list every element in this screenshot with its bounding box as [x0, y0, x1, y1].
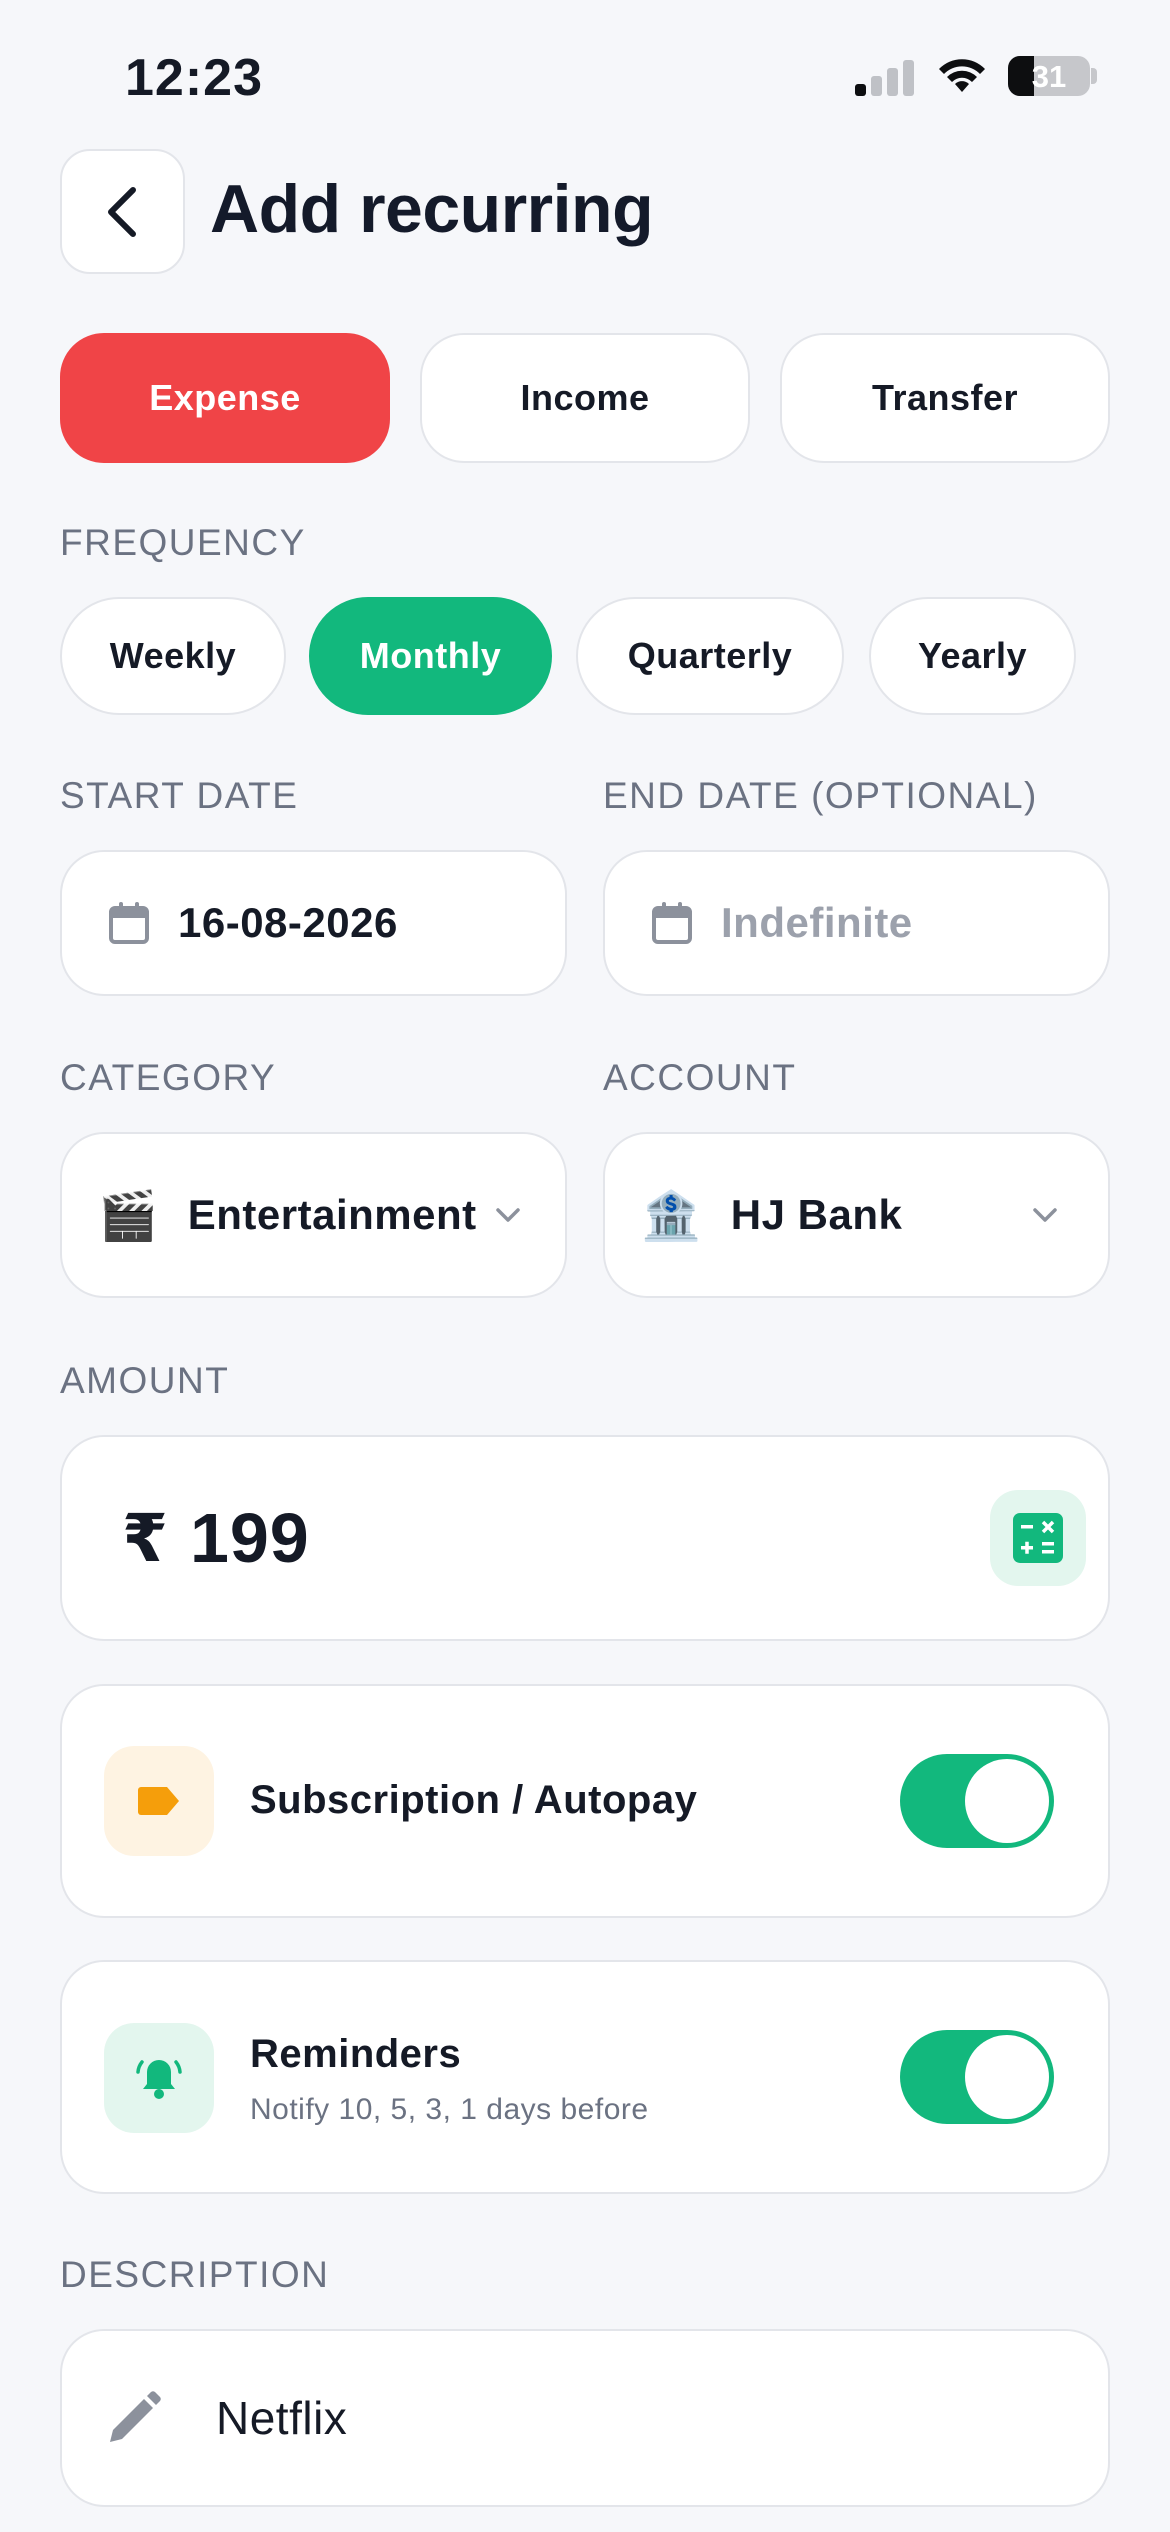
tag-icon: [138, 1787, 179, 1815]
calendar-icon: [652, 902, 692, 944]
amount-value: 199: [189, 1499, 310, 1577]
calendar-icon: [109, 902, 149, 944]
status-time: 12:23: [125, 49, 263, 107]
tab-transfer[interactable]: Transfer: [780, 333, 1110, 463]
calculator-icon: [1013, 1513, 1063, 1563]
cellular-signal-icon: [855, 58, 915, 96]
chevron-left-icon: [107, 186, 136, 237]
description-label: DESCRIPTION: [60, 2254, 330, 2295]
bell-icon: [136, 2060, 182, 2099]
category-label: CATEGORY: [60, 1057, 277, 1098]
battery-tip: [1091, 68, 1097, 84]
start-date-value: 16-08-2026: [178, 899, 398, 946]
reminders-card: Reminders Notify 10, 5, 3, 1 days before: [60, 1960, 1110, 2194]
amount-label: AMOUNT: [60, 1360, 230, 1401]
category-value: Entertainment: [187, 1191, 477, 1238]
tab-expense[interactable]: Expense: [60, 333, 390, 463]
subscription-card: Subscription / Autopay: [60, 1684, 1110, 1918]
wifi-icon: [939, 59, 985, 92]
start-date-field[interactable]: 16-08-2026: [60, 850, 567, 996]
category-select[interactable]: 🎬 Entertainment: [60, 1132, 567, 1298]
subscription-label: Subscription / Autopay: [250, 1778, 698, 1822]
chevron-down-icon: [1033, 1208, 1057, 1222]
reminders-subtext: Notify 10, 5, 3, 1 days before: [250, 2093, 649, 2126]
frequency-yearly[interactable]: Yearly: [869, 597, 1076, 715]
description-field[interactable]: Netflix: [60, 2329, 1110, 2507]
description-value: Netflix: [216, 2392, 348, 2444]
end-date-placeholder: Indefinite: [721, 899, 913, 946]
reminders-toggle[interactable]: [900, 2030, 1054, 2124]
account-label: ACCOUNT: [603, 1057, 797, 1098]
tab-income[interactable]: Income: [420, 333, 750, 463]
amount-field[interactable]: ₹ 199: [60, 1435, 1110, 1641]
clapperboard-icon: 🎬: [98, 1187, 158, 1244]
battery-icon: 31: [1008, 56, 1090, 96]
reminders-label: Reminders: [250, 2032, 462, 2076]
frequency-monthly[interactable]: Monthly: [309, 597, 552, 715]
frequency-weekly[interactable]: Weekly: [60, 597, 286, 715]
bank-icon: 🏦: [641, 1187, 701, 1244]
end-date-label: END DATE (OPTIONAL): [603, 775, 1038, 816]
frequency-label: FREQUENCY: [60, 522, 306, 563]
subscription-toggle[interactable]: [900, 1754, 1054, 1848]
pencil-icon: [110, 2391, 161, 2442]
chevron-down-icon: [495, 1208, 520, 1222]
bell-icon-wrap: [104, 2023, 214, 2133]
tag-icon-wrap: [104, 1746, 214, 1856]
start-date-label: START DATE: [60, 775, 299, 816]
page-title: Add recurring: [210, 171, 654, 247]
account-value: HJ Bank: [730, 1191, 903, 1238]
battery-level: 31: [1031, 59, 1067, 94]
calculator-button[interactable]: [990, 1490, 1086, 1586]
account-select[interactable]: 🏦 HJ Bank: [603, 1132, 1110, 1298]
back-button[interactable]: [60, 149, 185, 274]
currency-symbol: ₹: [122, 1500, 168, 1575]
frequency-quarterly[interactable]: Quarterly: [576, 597, 844, 715]
end-date-field[interactable]: Indefinite: [603, 850, 1110, 996]
